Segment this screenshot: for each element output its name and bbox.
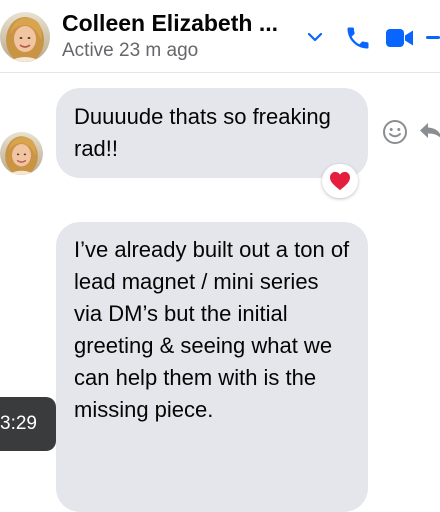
heart-reaction[interactable] [322,164,358,198]
heart-icon [330,171,350,191]
timestamp-tooltip: 3:29 [0,397,56,451]
contact-name[interactable]: Colleen Elizabeth ... [62,10,278,37]
message-bubble[interactable]: I’ve already built out a ton of lead mag… [56,222,368,512]
smiley-face-icon[interactable] [382,119,408,145]
conversation-header: Colleen Elizabeth ... Active 23 m ago [0,0,440,73]
sender-avatar[interactable] [0,132,43,175]
message-bubble[interactable]: Duuuude thats so freaking rad!! [56,88,368,178]
chevron-down-icon[interactable] [306,28,324,46]
info-icon[interactable] [426,36,440,39]
active-status: Active 23 m ago [62,40,199,61]
phone-icon[interactable] [344,24,372,52]
video-camera-icon[interactable] [385,27,415,49]
contact-avatar[interactable] [0,12,50,62]
reply-arrow-icon[interactable] [418,121,440,141]
